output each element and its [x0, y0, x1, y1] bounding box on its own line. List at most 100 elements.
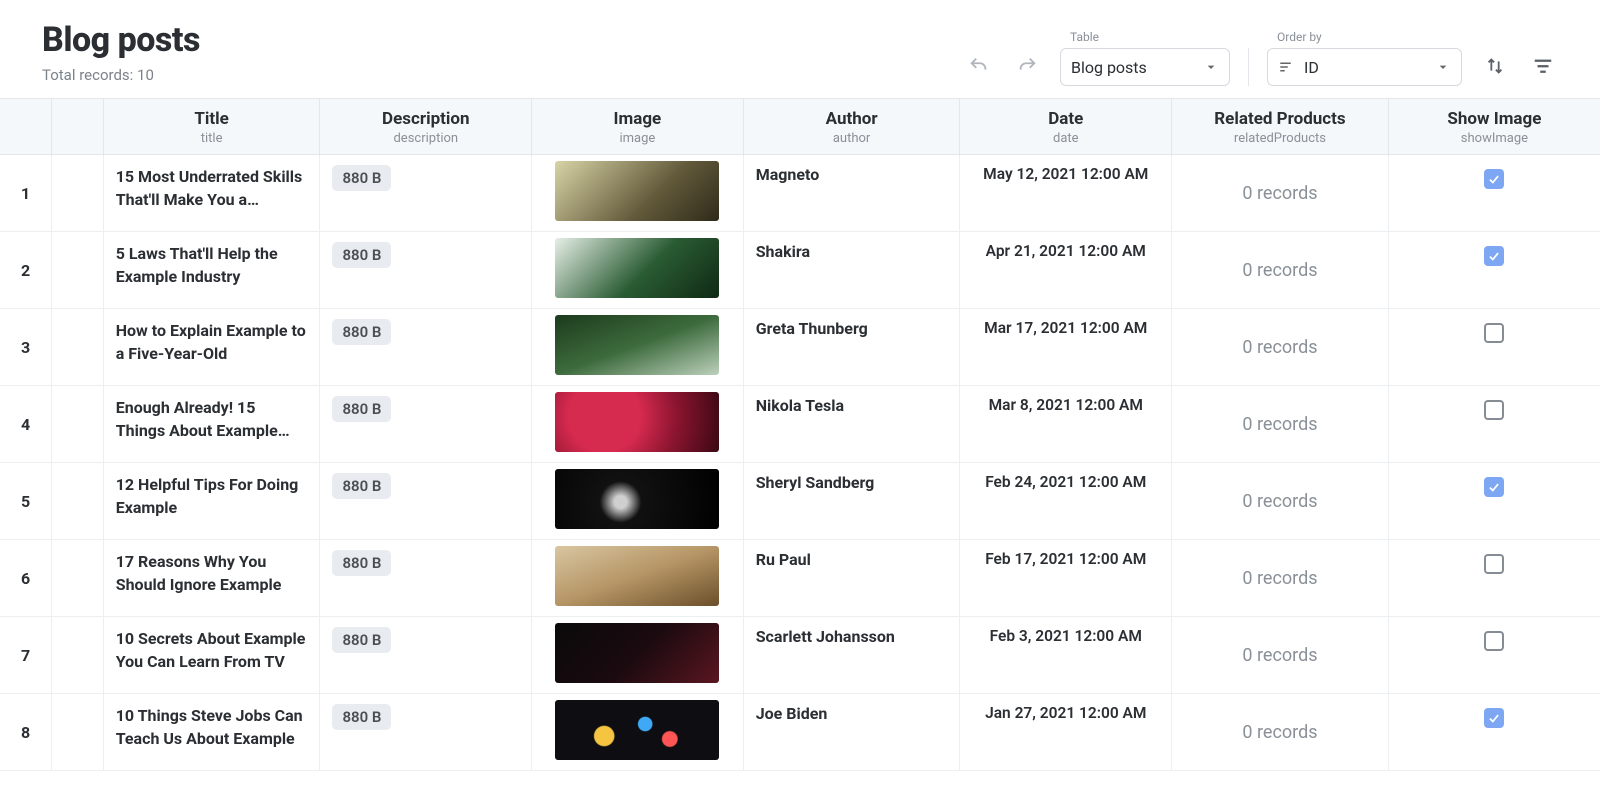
- table-row[interactable]: 25 Laws That'll Help the Example Industr…: [0, 232, 1600, 309]
- cell-description[interactable]: 880 B: [320, 155, 532, 232]
- cell-related[interactable]: 0 records: [1172, 155, 1389, 232]
- cell-author[interactable]: Shakira: [743, 232, 960, 309]
- orderby-select-label: Order by: [1277, 30, 1322, 44]
- cell-title[interactable]: How to Explain Example to a Five-Year-Ol…: [103, 309, 320, 386]
- col-author[interactable]: Authorauthor: [743, 99, 960, 155]
- cell-showimage[interactable]: [1388, 309, 1600, 386]
- redo-button[interactable]: [1012, 51, 1042, 84]
- cell-title[interactable]: 5 Laws That'll Help the Example Industry: [103, 232, 320, 309]
- cell-showimage[interactable]: [1388, 617, 1600, 694]
- cell-image[interactable]: [532, 386, 744, 463]
- filter-icon: [1532, 55, 1554, 77]
- cell-description[interactable]: 880 B: [320, 386, 532, 463]
- cell-related[interactable]: 0 records: [1172, 232, 1389, 309]
- checkbox[interactable]: [1484, 631, 1504, 651]
- cell-title[interactable]: 10 Secrets About Example You Can Learn F…: [103, 617, 320, 694]
- cell-title[interactable]: Enough Already! 15 Things About Example …: [103, 386, 320, 463]
- thumbnail: [555, 700, 719, 760]
- checkbox[interactable]: [1484, 323, 1504, 343]
- cell-showimage[interactable]: [1388, 694, 1600, 771]
- col-title[interactable]: Titletitle: [103, 99, 320, 155]
- table-row[interactable]: 115 Most Underrated Skills That'll Make …: [0, 155, 1600, 232]
- checkbox[interactable]: [1484, 400, 1504, 420]
- row-number: 8: [0, 694, 52, 771]
- cell-description[interactable]: 880 B: [320, 540, 532, 617]
- row-handle[interactable]: [52, 309, 104, 386]
- cell-showimage[interactable]: [1388, 386, 1600, 463]
- cell-description[interactable]: 880 B: [320, 309, 532, 386]
- table-row[interactable]: 4Enough Already! 15 Things About Example…: [0, 386, 1600, 463]
- row-handle[interactable]: [52, 694, 104, 771]
- cell-title[interactable]: 15 Most Underrated Skills That'll Make Y…: [103, 155, 320, 232]
- orderby-select[interactable]: ID: [1267, 48, 1462, 86]
- cell-related[interactable]: 0 records: [1172, 617, 1389, 694]
- cell-showimage[interactable]: [1388, 540, 1600, 617]
- cell-image[interactable]: [532, 617, 744, 694]
- checkbox[interactable]: [1484, 708, 1504, 728]
- col-related[interactable]: Related ProductsrelatedProducts: [1172, 99, 1389, 155]
- table-row[interactable]: 710 Secrets About Example You Can Learn …: [0, 617, 1600, 694]
- cell-date[interactable]: Feb 3, 2021 12:00 AM: [960, 617, 1172, 694]
- cell-related[interactable]: 0 records: [1172, 309, 1389, 386]
- cell-image[interactable]: [532, 694, 744, 771]
- cell-image[interactable]: [532, 463, 744, 540]
- cell-related[interactable]: 0 records: [1172, 540, 1389, 617]
- cell-showimage[interactable]: [1388, 463, 1600, 540]
- cell-author[interactable]: Scarlett Johansson: [743, 617, 960, 694]
- cell-author[interactable]: Joe Biden: [743, 694, 960, 771]
- table-row[interactable]: 8 10 Things Steve Jobs Can Teach Us About…: [0, 694, 1600, 771]
- cell-title[interactable]: 10 Things Steve Jobs Can Teach Us About …: [103, 694, 320, 771]
- row-handle[interactable]: [52, 463, 104, 540]
- row-handle[interactable]: [52, 232, 104, 309]
- table-select[interactable]: Blog posts: [1060, 48, 1230, 86]
- cell-date[interactable]: Feb 24, 2021 12:00 AM: [960, 463, 1172, 540]
- cell-image[interactable]: [532, 155, 744, 232]
- checkbox[interactable]: [1484, 246, 1504, 266]
- row-handle[interactable]: [52, 386, 104, 463]
- cell-related[interactable]: 0 records: [1172, 463, 1389, 540]
- thumbnail: [555, 315, 719, 375]
- cell-related[interactable]: 0 records: [1172, 386, 1389, 463]
- cell-image[interactable]: [532, 232, 744, 309]
- cell-showimage[interactable]: [1388, 155, 1600, 232]
- col-showimage[interactable]: Show ImageshowImage: [1388, 99, 1600, 155]
- table-row[interactable]: 617 Reasons Why You Should Ignore Exampl…: [0, 540, 1600, 617]
- cell-description[interactable]: 880 B: [320, 463, 532, 540]
- cell-author[interactable]: Ru Paul: [743, 540, 960, 617]
- cell-description[interactable]: 880 B: [320, 694, 532, 771]
- cell-author[interactable]: Sheryl Sandberg: [743, 463, 960, 540]
- col-image[interactable]: Imageimage: [532, 99, 744, 155]
- cell-date[interactable]: Feb 17, 2021 12:00 AM: [960, 540, 1172, 617]
- cell-description[interactable]: 880 B: [320, 617, 532, 694]
- cell-related[interactable]: 0 records: [1172, 694, 1389, 771]
- checkbox[interactable]: [1484, 169, 1504, 189]
- cell-title[interactable]: 17 Reasons Why You Should Ignore Example: [103, 540, 320, 617]
- cell-date[interactable]: Mar 17, 2021 12:00 AM: [960, 309, 1172, 386]
- col-description[interactable]: Descriptiondescription: [320, 99, 532, 155]
- cell-date[interactable]: Jan 27, 2021 12:00 AM: [960, 694, 1172, 771]
- cell-description[interactable]: 880 B: [320, 232, 532, 309]
- cell-showimage[interactable]: [1388, 232, 1600, 309]
- checkbox[interactable]: [1484, 554, 1504, 574]
- row-handle[interactable]: [52, 155, 104, 232]
- cell-date[interactable]: May 12, 2021 12:00 AM: [960, 155, 1172, 232]
- col-handle: [52, 99, 104, 155]
- filter-button[interactable]: [1528, 51, 1558, 84]
- cell-image[interactable]: [532, 540, 744, 617]
- cell-author[interactable]: Magneto: [743, 155, 960, 232]
- col-date[interactable]: Datedate: [960, 99, 1172, 155]
- table-row[interactable]: 3How to Explain Example to a Five-Year-O…: [0, 309, 1600, 386]
- cell-author[interactable]: Greta Thunberg: [743, 309, 960, 386]
- table-row[interactable]: 512 Helpful Tips For Doing Example880 BS…: [0, 463, 1600, 540]
- cell-image[interactable]: [532, 309, 744, 386]
- sort-direction-button[interactable]: [1480, 51, 1510, 84]
- cell-date[interactable]: Mar 8, 2021 12:00 AM: [960, 386, 1172, 463]
- check-icon: [1487, 172, 1501, 186]
- row-handle[interactable]: [52, 540, 104, 617]
- cell-title[interactable]: 12 Helpful Tips For Doing Example: [103, 463, 320, 540]
- cell-author[interactable]: Nikola Tesla: [743, 386, 960, 463]
- checkbox[interactable]: [1484, 477, 1504, 497]
- cell-date[interactable]: Apr 21, 2021 12:00 AM: [960, 232, 1172, 309]
- undo-button[interactable]: [964, 51, 994, 84]
- row-handle[interactable]: [52, 617, 104, 694]
